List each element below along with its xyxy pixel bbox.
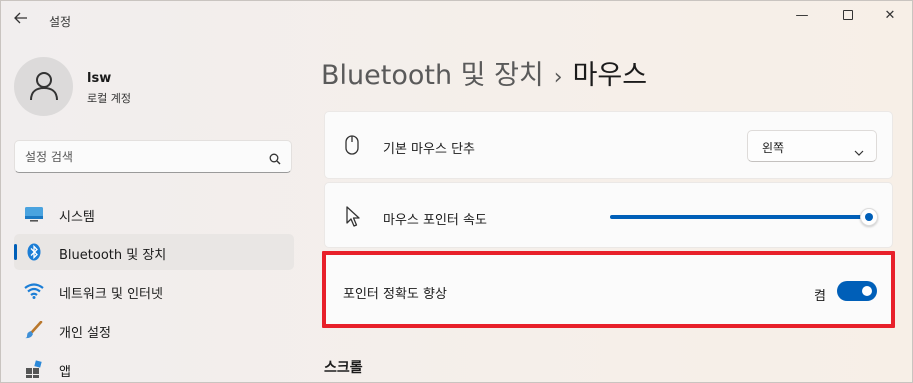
breadcrumb: Bluetooth 및 장치 › 마우스 [321, 53, 647, 92]
sidebar-item-label: 시스템 [59, 210, 95, 225]
brush-icon [24, 320, 44, 339]
sidebar-item-label: Bluetooth 및 장치 [59, 248, 167, 263]
apps-icon [24, 360, 44, 378]
pointer-speed-thumb[interactable] [860, 208, 878, 226]
primary-button-card: 기본 마우스 단추 왼쪽 [324, 111, 893, 179]
bluetooth-icon [24, 243, 44, 261]
search-icon[interactable] [269, 150, 281, 169]
user-name: lsw [87, 71, 112, 86]
pointer-icon [345, 206, 361, 232]
pointer-speed-label: 마우스 포인터 속도 [383, 213, 487, 228]
select-value: 왼쪽 [762, 141, 785, 155]
pointer-speed-track[interactable] [610, 215, 868, 219]
wifi-icon [24, 282, 44, 300]
back-button[interactable] [9, 9, 33, 29]
search-input[interactable] [25, 148, 255, 166]
system-icon [24, 205, 44, 223]
maximize-button[interactable] [825, 5, 871, 27]
settings-window: 설정 — ✕ lsw 로컬 계정 시스템 Bluetooth 및 장치 [0, 0, 913, 383]
search-box[interactable] [14, 140, 292, 173]
page-title: 마우스 [572, 60, 648, 91]
sidebar-item-apps[interactable]: 앱 [14, 351, 294, 383]
sidebar-item-bluetooth[interactable]: Bluetooth 및 장치 [14, 234, 294, 270]
section-title-scroll: 스크롤 [324, 360, 363, 376]
sidebar-item-network[interactable]: 네트워크 및 인터넷 [14, 273, 294, 309]
account-type: 로컬 계정 [87, 92, 131, 105]
arrow-left-icon [14, 10, 28, 28]
maximize-icon [843, 9, 853, 20]
breadcrumb-separator: › [553, 65, 563, 90]
avatar[interactable] [14, 57, 73, 116]
mouse-icon [345, 135, 359, 159]
primary-button-label: 기본 마우스 단추 [383, 142, 475, 157]
minimize-button[interactable]: — [779, 5, 825, 27]
primary-button-select[interactable]: 왼쪽 [747, 130, 877, 162]
app-title: 설정 [49, 15, 72, 29]
sidebar-item-label: 네트워크 및 인터넷 [59, 287, 163, 302]
sidebar-item-label: 앱 [59, 365, 71, 380]
breadcrumb-parent[interactable]: Bluetooth 및 장치 [321, 60, 544, 91]
highlight-annotation [322, 251, 895, 328]
title-bar: 설정 — ✕ [1, 1, 912, 35]
close-button[interactable]: ✕ [867, 5, 913, 27]
sidebar-item-label: 개인 설정 [59, 326, 111, 341]
chevron-down-icon [854, 142, 864, 161]
user-icon [30, 72, 58, 101]
pointer-speed-card: 마우스 포인터 속도 [324, 182, 893, 248]
sidebar-item-personalization[interactable]: 개인 설정 [14, 312, 294, 348]
active-indicator [14, 244, 17, 260]
sidebar-item-system[interactable]: 시스템 [14, 196, 294, 232]
